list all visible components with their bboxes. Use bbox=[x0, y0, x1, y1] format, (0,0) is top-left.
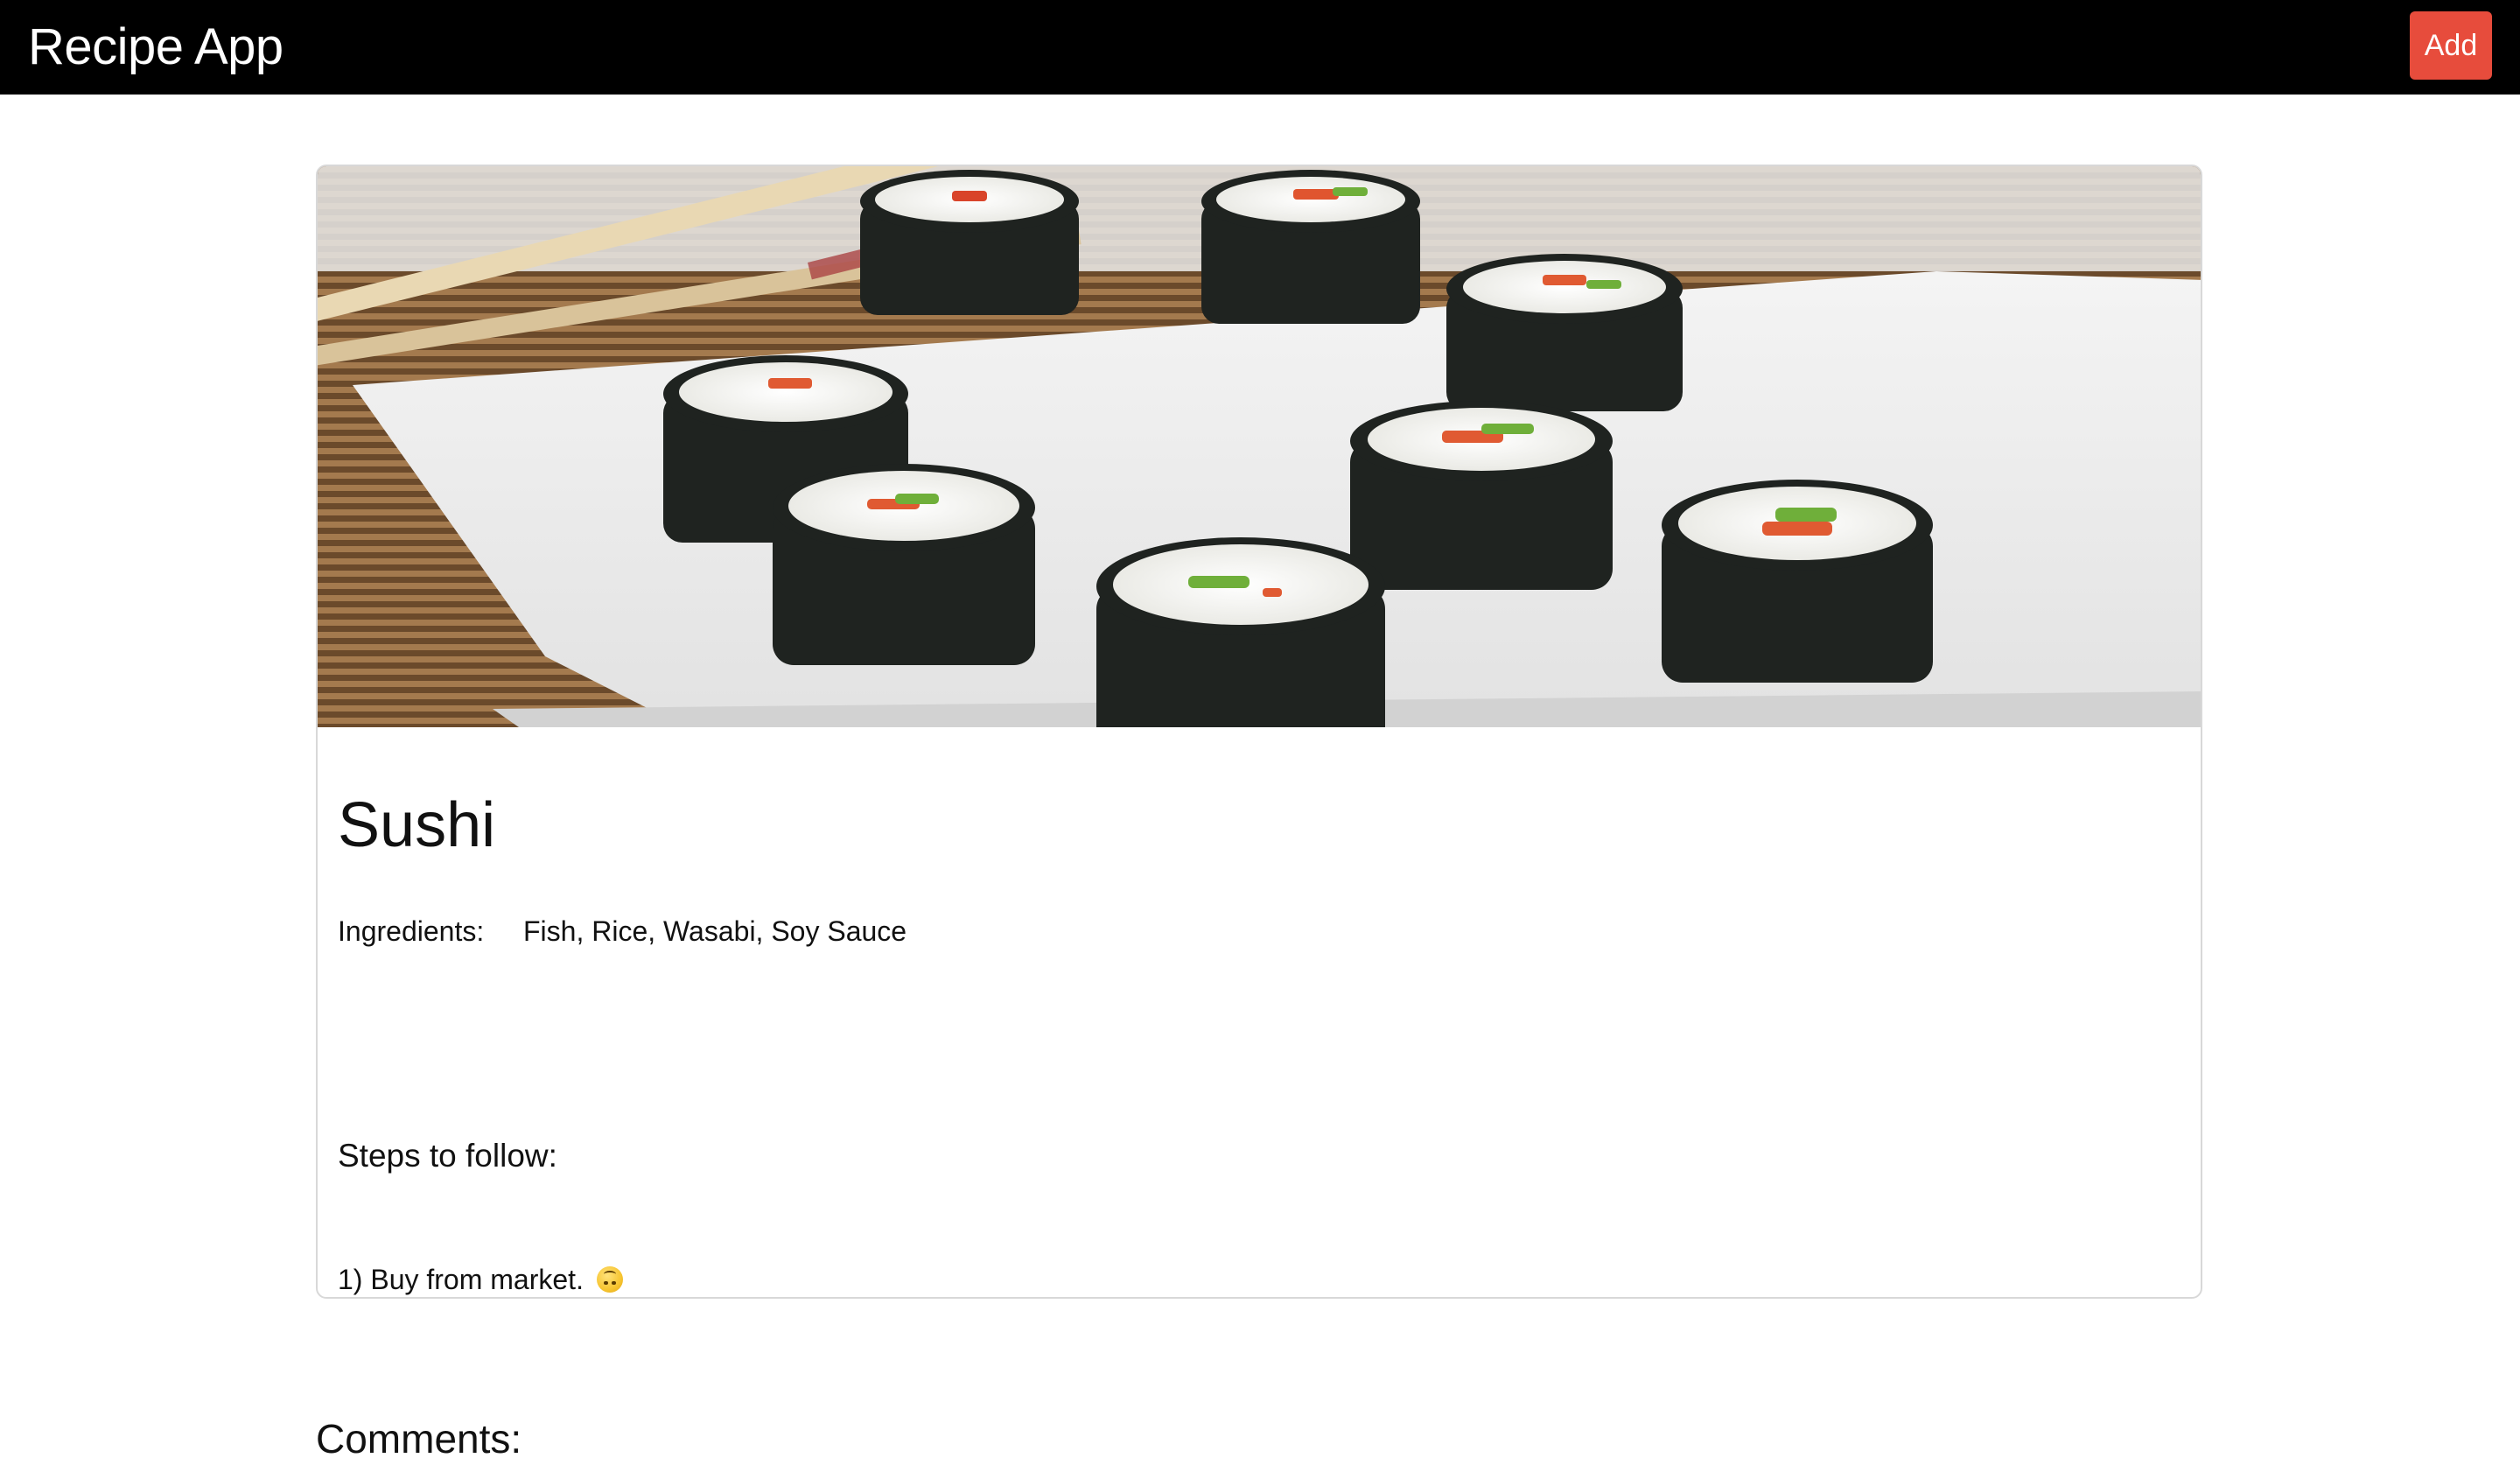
sushi-photo bbox=[318, 166, 2201, 727]
steps-heading: Steps to follow: bbox=[338, 1138, 557, 1174]
recipe-card: Sushi Ingredients: Fish, Rice, Wasabi, So… bbox=[316, 165, 2202, 1299]
step-text: 1) Buy from market. bbox=[338, 1264, 584, 1295]
comments-heading: Comments: bbox=[316, 1416, 522, 1461]
ingredients-label: Ingredients: bbox=[338, 915, 485, 947]
recipe-title: Sushi bbox=[338, 790, 496, 860]
add-recipe-button[interactable]: Add bbox=[2410, 11, 2492, 80]
upside-down-face-icon bbox=[596, 1266, 623, 1293]
ingredients-row: Ingredients: Fish, Rice, Wasabi, Soy Sauc… bbox=[338, 912, 906, 950]
brand-link[interactable]: Recipe App bbox=[28, 16, 284, 79]
recipe-image bbox=[318, 166, 2201, 727]
ingredients-value: Fish, Rice, Wasabi, Soy Sauce bbox=[523, 915, 907, 947]
step-item: 1) Buy from market. bbox=[338, 1260, 623, 1297]
navbar: Recipe App Add bbox=[0, 0, 2520, 95]
